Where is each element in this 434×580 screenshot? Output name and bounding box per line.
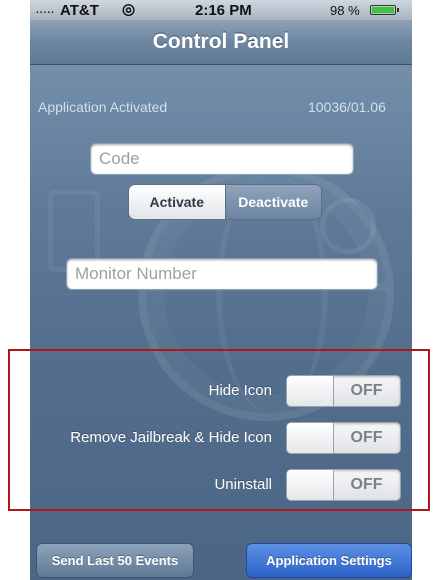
code-input[interactable] bbox=[90, 143, 354, 175]
clock-background-icon bbox=[320, 198, 376, 254]
status-bar: ..... AT&T ◎ 2:16 PM 98 % bbox=[30, 0, 412, 20]
carrier-name: AT&T bbox=[60, 2, 99, 19]
battery-fill bbox=[372, 7, 394, 13]
version-label: 10036/01.06 bbox=[308, 99, 386, 115]
send-events-button[interactable]: Send Last 50 Events bbox=[36, 543, 194, 578]
application-settings-button[interactable]: Application Settings bbox=[246, 543, 412, 578]
wifi-icon: ◎ bbox=[122, 1, 136, 18]
status-time: 2:16 PM bbox=[195, 2, 252, 19]
page-title: Control Panel bbox=[152, 30, 290, 53]
activation-segmented-control: Activate Deactivate bbox=[128, 184, 322, 220]
monitor-number-input[interactable] bbox=[66, 258, 378, 290]
deactivate-button[interactable]: Deactivate bbox=[224, 185, 321, 219]
navigation-bar: Control Panel bbox=[30, 20, 412, 65]
signal-icon: ..... bbox=[36, 5, 55, 16]
battery-percent: 98 % bbox=[330, 3, 360, 18]
battery-icon bbox=[370, 5, 399, 15]
battery-cap bbox=[397, 8, 399, 12]
activation-status: Application Activated bbox=[38, 99, 168, 115]
activate-button[interactable]: Activate bbox=[129, 185, 225, 219]
annotation-highlight-box bbox=[8, 349, 430, 511]
